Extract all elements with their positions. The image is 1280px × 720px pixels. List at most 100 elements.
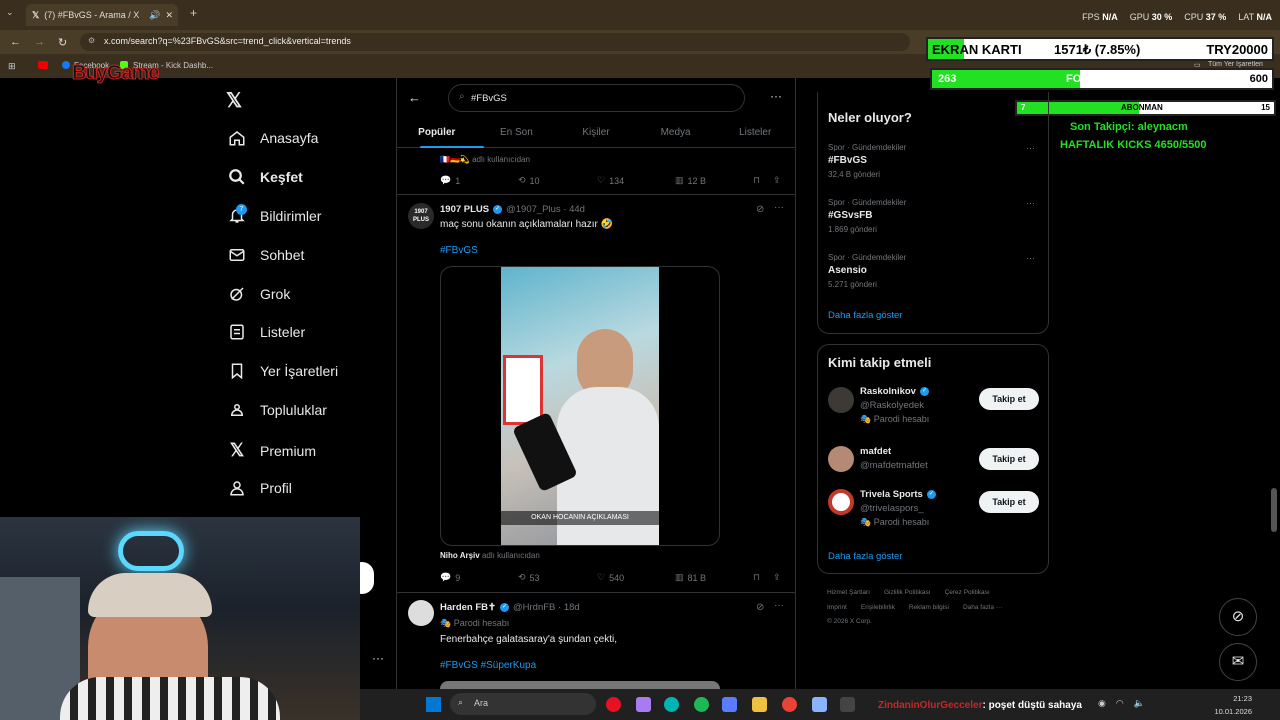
nav-grok[interactable]: Grok	[228, 285, 290, 303]
reply-stat[interactable]: 💬 1	[440, 175, 460, 186]
views-stat[interactable]: ▥ 12 B	[675, 175, 706, 186]
tab-people[interactable]: Kişiler	[556, 118, 636, 147]
forward-icon[interactable]: →	[34, 36, 45, 48]
taskbar-search[interactable]: ⌕ Ara	[450, 693, 596, 715]
new-tab-icon[interactable]: +	[190, 6, 197, 20]
tab-lists[interactable]: Listeler	[715, 118, 795, 147]
more-dots-icon[interactable]: ···	[372, 651, 384, 665]
site-info-icon[interactable]: ⚙	[88, 36, 95, 45]
follow-button[interactable]: Takip et	[979, 491, 1039, 513]
windows-start-icon[interactable]	[426, 697, 441, 712]
footer-link[interactable]: Gizlilik Politikası	[884, 589, 931, 596]
youtube-icon[interactable]	[38, 61, 48, 69]
back-icon[interactable]: ←	[10, 36, 21, 48]
trend-more-icon[interactable]: ···	[1026, 198, 1035, 208]
page-scrollbar[interactable]	[1271, 488, 1277, 532]
retweet-stat[interactable]: ⟲ 10	[518, 175, 540, 186]
tray-icon[interactable]: ◉	[1098, 698, 1106, 709]
bookmark-all[interactable]: Tüm Yer İşaretleri	[1208, 61, 1263, 68]
like-stat[interactable]: ♡ 540	[597, 572, 624, 583]
like-stat[interactable]: ♡ 134	[597, 175, 624, 186]
app-icon[interactable]	[606, 697, 621, 712]
back-arrow-icon[interactable]: ←	[408, 90, 421, 105]
user-avatar[interactable]	[828, 387, 854, 413]
tweet1-hashtag[interactable]: #FBvGS	[440, 245, 478, 256]
grok-action-icon[interactable]: ⊘	[756, 602, 764, 613]
footer-link[interactable]: Reklam bilgisi	[909, 604, 949, 611]
url-field[interactable]: ⚙ x.com/search?q=%23FBvGS&src=trend_clic…	[80, 33, 910, 51]
grok-float-icon[interactable]: ⊘	[1219, 598, 1257, 636]
tweet2-handle[interactable]: @HrdnFB · 18d	[513, 602, 580, 613]
more-options-icon[interactable]: ···	[770, 89, 782, 103]
search-input[interactable]: ⌕ #FBvGS	[448, 84, 745, 112]
tweet2-avatar[interactable]	[408, 600, 434, 626]
share-icon[interactable]: ⇪	[773, 175, 781, 186]
nav-premium[interactable]: 𝕏 Premium	[228, 440, 316, 461]
app-icon[interactable]	[722, 697, 737, 712]
tweet-more-icon[interactable]: ···	[774, 202, 784, 213]
tab-audio-icon[interactable]: 🔊	[149, 10, 160, 21]
footer-link[interactable]: Hizmet Şartları	[827, 589, 870, 596]
chrome-icon[interactable]	[782, 697, 797, 712]
tweet2-hashtags[interactable]: #FBvGS #SüperKupa	[440, 660, 536, 671]
tweet1-handle[interactable]: @1907_Plus · 44d	[506, 204, 585, 215]
tweet1-source-name[interactable]: Niho Arşiv	[440, 551, 480, 560]
footer-link[interactable]: Imprint	[827, 604, 847, 611]
who-show-more[interactable]: Daha fazla göster	[828, 551, 902, 562]
follow-suggestion[interactable]: Raskolnikov ✓ @Raskolyedek 🎭 Parodi hesab…	[860, 386, 929, 425]
bookmark-action-icon[interactable]: ⊓	[753, 572, 760, 583]
nav-lists[interactable]: Listeler	[228, 323, 305, 341]
follow-suggestion[interactable]: mafdet @mafdetmafdet	[860, 446, 928, 471]
nav-home[interactable]: Anasayfa	[228, 129, 318, 147]
bookmark-action-icon[interactable]: ⊓	[753, 175, 760, 186]
tab-list-chevron-icon[interactable]: ⌄	[6, 7, 14, 18]
grok-action-icon[interactable]: ⊘	[756, 204, 764, 215]
tab-media[interactable]: Medya	[636, 118, 716, 147]
tweet2-name[interactable]: Harden FB✝	[440, 602, 496, 613]
spotify-icon[interactable]	[694, 697, 709, 712]
footer-link[interactable]: Daha fazla ···	[963, 604, 1002, 611]
tweet1-name[interactable]: 1907 PLUS	[440, 204, 489, 215]
follow-button[interactable]: Takip et	[979, 448, 1039, 470]
nav-communities[interactable]: Topluluklar	[228, 401, 327, 419]
folder-icon[interactable]	[752, 697, 767, 712]
trend-more-icon[interactable]: ···	[1026, 253, 1035, 263]
footer-link[interactable]: Çerez Politikası	[945, 589, 990, 596]
apps-grid-icon[interactable]: ⊞	[8, 61, 16, 72]
tweet-more-icon[interactable]: ···	[774, 600, 784, 611]
edge-icon[interactable]	[664, 697, 679, 712]
nav-chat[interactable]: Sohbet	[228, 246, 304, 264]
wifi-icon[interactable]: ◠	[1116, 698, 1124, 709]
trends-show-more[interactable]: Daha fazla göster	[828, 310, 902, 321]
trend-more-icon[interactable]: ···	[1026, 143, 1035, 153]
footer-link[interactable]: Erişilebilirlik	[861, 604, 895, 611]
trend-item[interactable]: Spor · Gündemdekiler #FBvGS 32,4 B gönde…	[828, 143, 906, 179]
obs-icon[interactable]	[840, 697, 855, 712]
volume-icon[interactable]: 🔈	[1134, 698, 1145, 709]
nav-explore[interactable]: Keşfet	[228, 168, 303, 186]
share-icon[interactable]: ⇪	[773, 572, 781, 583]
nav-bookmarks[interactable]: Yer İşaretleri	[228, 362, 338, 380]
user-avatar[interactable]	[828, 489, 854, 515]
tweet1-media[interactable]: OKAN HOCANIN AÇIKLAMASI	[440, 266, 720, 546]
tab-close-icon[interactable]: ✕	[165, 10, 173, 21]
tab-latest[interactable]: En Son	[477, 118, 557, 147]
reload-icon[interactable]: ↻	[58, 36, 67, 49]
x-logo-icon[interactable]: 𝕏	[226, 88, 242, 113]
app-icon[interactable]	[812, 697, 827, 712]
retweet-stat[interactable]: ⟲ 53	[518, 572, 540, 583]
tab-popular[interactable]: Popüler	[397, 118, 477, 147]
follow-suggestion[interactable]: Trivela Sports ✓ @trivelaspors_ 🎭 Parodi …	[860, 489, 936, 528]
tweet1-avatar[interactable]: 1907 PLUS	[408, 203, 434, 229]
tweet2-media[interactable]	[440, 681, 720, 689]
views-stat[interactable]: ▥ 81 B	[675, 572, 706, 583]
messages-float-icon[interactable]: ✉	[1219, 643, 1257, 681]
clock[interactable]: 21:23 10.01.2026	[1210, 694, 1252, 716]
trend-item[interactable]: Spor · Gündemdekiler Asensio 5.271 gönde…	[828, 253, 906, 289]
app-icon[interactable]	[636, 697, 651, 712]
follow-button[interactable]: Takip et	[979, 388, 1039, 410]
trend-item[interactable]: Spor · Gündemdekiler #GSvsFB 1.869 gönde…	[828, 198, 906, 234]
reply-stat[interactable]: 💬 9	[440, 572, 460, 583]
user-avatar[interactable]	[828, 446, 854, 472]
nav-profile[interactable]: Profil	[228, 479, 292, 497]
